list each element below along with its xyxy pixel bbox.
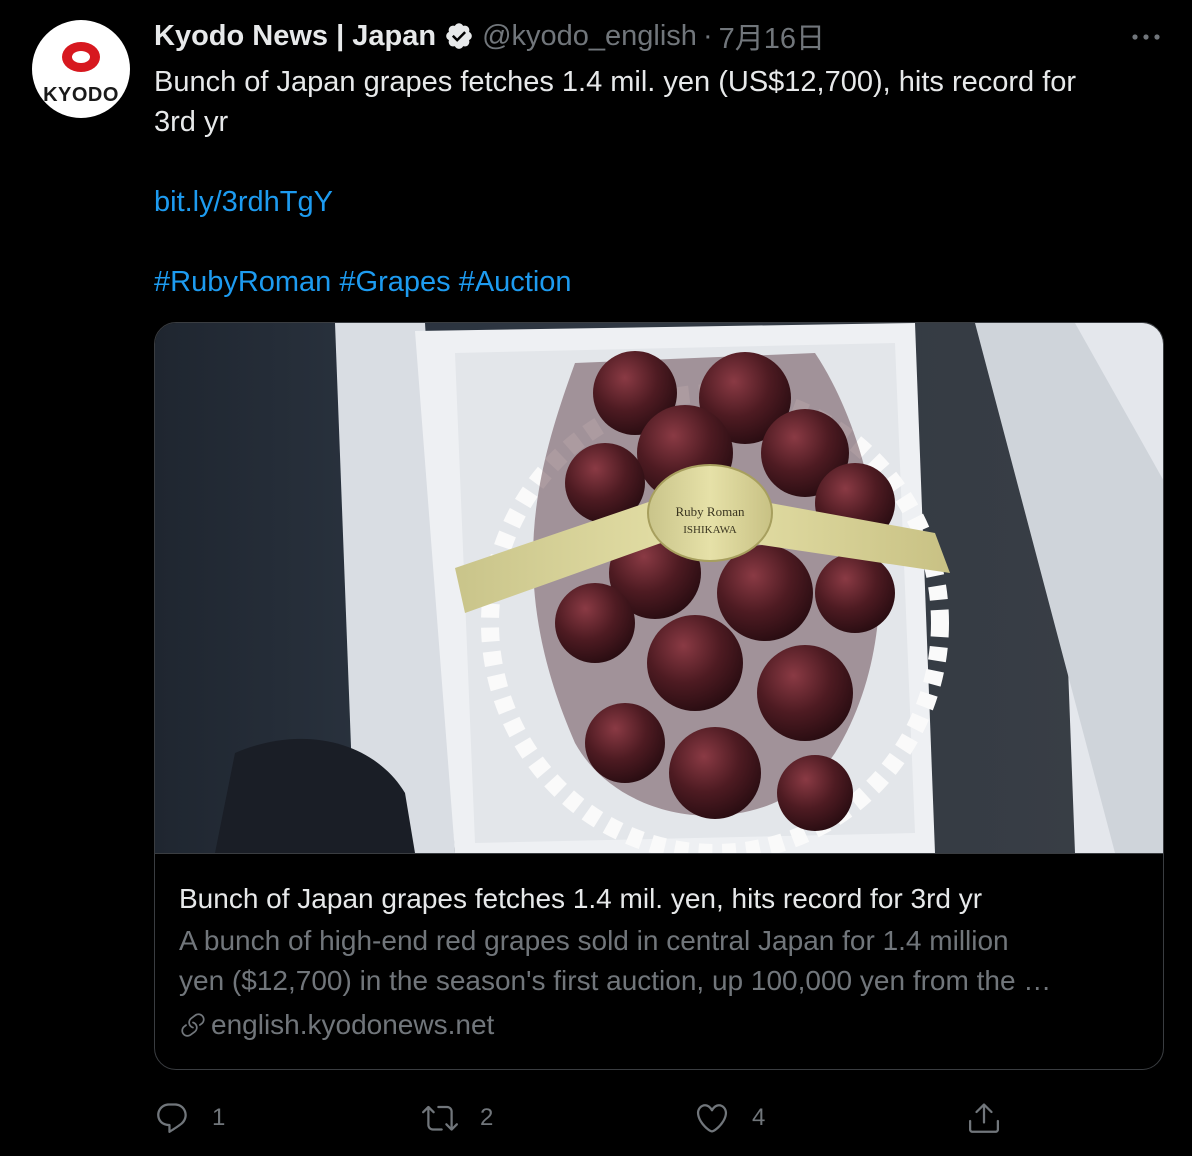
verified-badge-icon [446, 23, 472, 49]
card-description-line: A bunch of high-end red grapes sold in c… [179, 925, 1009, 956]
link-card[interactable]: Ruby Roman ISHIKAWA Bunch of Japan grape… [154, 322, 1164, 1070]
reply-button[interactable]: 1 [154, 1094, 225, 1142]
reply-count: 1 [212, 1104, 226, 1131]
grapes-photo: Ruby Roman ISHIKAWA [155, 323, 1163, 853]
retweet-button[interactable]: 2 [422, 1094, 493, 1142]
tweet[interactable]: KYODO Kyodo News | Japan @kyodo_english … [0, 0, 1192, 1156]
more-dots-icon[interactable] [1128, 22, 1164, 52]
card-image[interactable]: Ruby Roman ISHIKAWA [155, 323, 1163, 854]
avatar[interactable]: KYODO [32, 20, 130, 118]
heart-icon [696, 1104, 728, 1133]
card-body[interactable]: Bunch of Japan grapes fetches 1.4 mil. y… [179, 879, 1139, 1045]
like-button[interactable]: 4 [694, 1094, 765, 1142]
tweet-date[interactable]: 7月16日 [719, 15, 825, 57]
card-domain[interactable]: english.kyodonews.net [211, 1005, 494, 1045]
hashtag-link[interactable]: #Grapes [339, 266, 450, 298]
reply-icon [157, 1103, 187, 1133]
tweet-text-line: Bunch of Japan grapes fetches 1.4 mil. y… [154, 66, 1077, 98]
header-separator: · [702, 19, 713, 52]
share-button[interactable] [966, 1094, 1024, 1142]
tweet-text: Bunch of Japan grapes fetches 1.4 mil. y… [154, 62, 1154, 302]
hashtag-link[interactable]: #RubyRoman [154, 266, 331, 298]
card-description-line: yen ($12,700) in the season's first auct… [179, 965, 1052, 996]
hashtag-link[interactable]: #Auction [459, 266, 572, 298]
retweet-icon [422, 1105, 458, 1131]
tweet-header: Kyodo News | Japan @kyodo_english · 7月16… [154, 16, 825, 56]
action-bar: 1 2 4 [154, 1094, 1164, 1142]
share-icon [969, 1103, 999, 1133]
retweet-count: 2 [480, 1104, 494, 1131]
short-link[interactable]: bit.ly/3rdhTgY [154, 186, 333, 218]
card-description: A bunch of high-end red grapes sold in c… [179, 921, 1139, 1001]
display-name[interactable]: Kyodo News | Japan [154, 20, 436, 53]
link-icon [181, 1013, 205, 1037]
tweet-text-line: 3rd yr [154, 106, 229, 138]
card-domain-row: english.kyodonews.net [179, 1005, 1139, 1045]
handle[interactable]: @kyodo_english [482, 20, 697, 53]
like-count: 4 [752, 1104, 766, 1131]
grape-label-text: Ruby Roman [676, 504, 745, 519]
kyodo-logo-icon [62, 42, 100, 72]
hashtag-row: #RubyRoman #Grapes #Auction [154, 262, 1154, 302]
card-title[interactable]: Bunch of Japan grapes fetches 1.4 mil. y… [179, 879, 1139, 919]
grape-label-subtext: ISHIKAWA [683, 524, 737, 536]
avatar-logo-text: KYODO [43, 84, 119, 106]
